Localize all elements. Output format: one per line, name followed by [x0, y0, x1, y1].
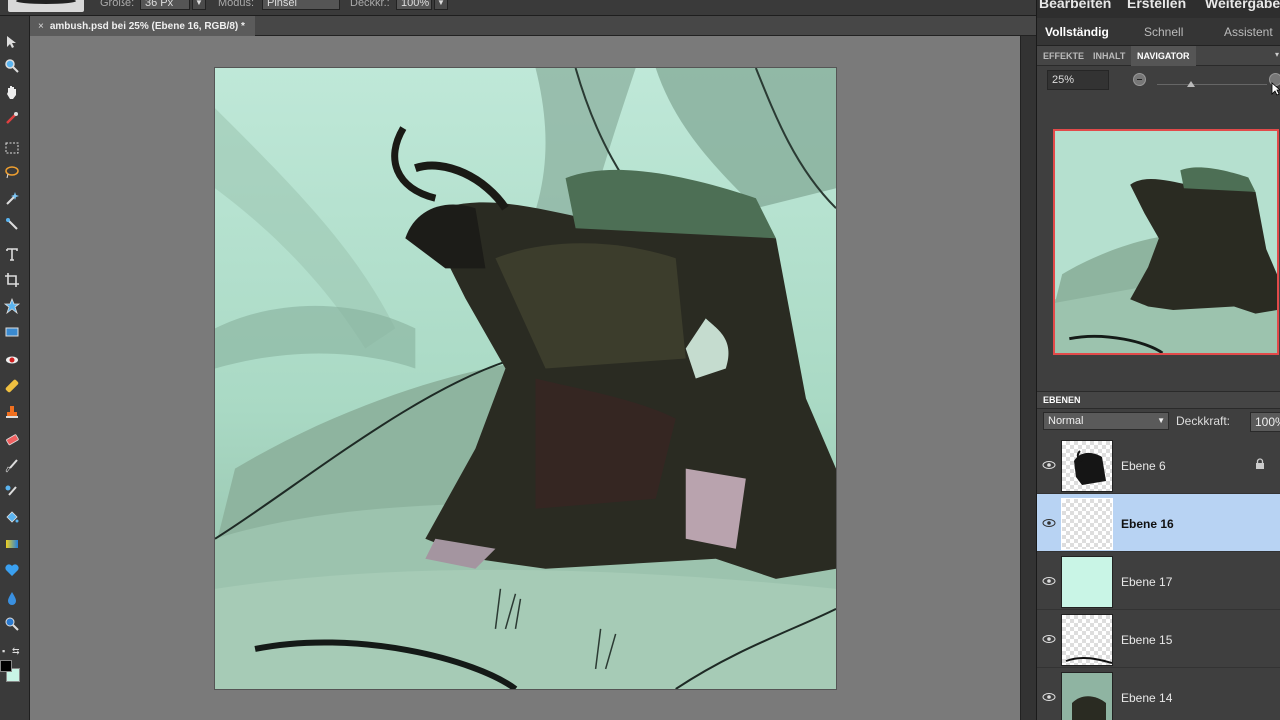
sponge-icon[interactable] — [2, 614, 22, 634]
tab-inhalt[interactable]: INHALT — [1087, 46, 1131, 66]
zoom-slider-thumb[interactable] — [1187, 81, 1195, 87]
close-document-icon[interactable]: × — [38, 21, 44, 32]
layers-list: Ebene 6 Ebene 16 Ebene 17 Ebene 15 Ebene… — [1037, 436, 1280, 720]
vertical-scrollbar[interactable] — [1020, 36, 1036, 720]
layer-name: Ebene 14 — [1121, 691, 1173, 705]
panel-menu-icon[interactable]: ▾ — [1275, 50, 1279, 59]
opacity-label: Deckkr.: — [350, 0, 390, 9]
blend-mode-value: Normal — [1048, 415, 1084, 427]
shape-icon[interactable] — [2, 560, 22, 580]
eye-icon[interactable] — [1042, 458, 1056, 472]
red-eye-icon[interactable] — [2, 350, 22, 370]
zoom-out-icon[interactable] — [1133, 73, 1146, 86]
eraser-icon[interactable] — [2, 430, 22, 450]
layers-panel-header: EBENEN — [1037, 391, 1280, 409]
tab-assistent[interactable]: Assistent — [1224, 25, 1273, 39]
eyedropper-icon[interactable] — [2, 108, 22, 128]
brush-preview[interactable] — [8, 0, 84, 12]
menu-bearbeiten[interactable]: Bearbeiten — [1039, 0, 1111, 11]
layer-thumbnail — [1061, 672, 1113, 720]
blur-icon[interactable] — [2, 588, 22, 608]
blend-mode-select[interactable]: Normal ▼ — [1043, 412, 1169, 430]
gradient-icon[interactable] — [2, 534, 22, 554]
opacity-field[interactable]: 100% — [396, 0, 432, 10]
layer-name: Ebene 6 — [1121, 459, 1166, 473]
smart-brush-icon[interactable] — [2, 482, 22, 502]
brush-icon[interactable] — [2, 456, 22, 476]
opacity-dropdown-icon[interactable]: ▼ — [434, 0, 448, 10]
document-title: ambush.psd bei 25% (Ebene 16, RGB/8) * — [49, 20, 245, 32]
document-tab[interactable]: × ambush.psd bei 25% (Ebene 16, RGB/8) * — [30, 16, 255, 36]
artwork-canvas[interactable] — [215, 68, 836, 689]
eye-icon[interactable] — [1042, 574, 1056, 588]
layer-row-ebene-15[interactable]: Ebene 15 — [1037, 610, 1280, 668]
tab-effekte[interactable]: EFFEKTE — [1037, 46, 1090, 66]
layer-row-ebene-17[interactable]: Ebene 17 — [1037, 552, 1280, 610]
foreground-color-swatch[interactable] — [0, 660, 12, 672]
eye-icon[interactable] — [1042, 632, 1056, 646]
right-panel: Bearbeiten Erstellen Weitergabe Vollstän… — [1036, 0, 1280, 720]
panel-tabs: EFFEKTE INHALT NAVIGATOR ▾ — [1037, 46, 1280, 66]
layer-opacity-field[interactable]: 100% — [1250, 412, 1280, 432]
layer-thumbnail — [1061, 556, 1113, 608]
layer-thumbnail — [1061, 614, 1113, 666]
menu-erstellen[interactable]: Erstellen — [1127, 0, 1186, 11]
tool-options-bar: Größe: 36 Px ▼ Modus: Pinsel Deckkr.: 10… — [0, 0, 1036, 16]
size-field[interactable]: 36 Px — [140, 0, 190, 10]
lock-icon — [1256, 458, 1264, 469]
mouse-cursor-icon — [1271, 82, 1280, 96]
document-tab-bar: × ambush.psd bei 25% (Ebene 16, RGB/8) * — [30, 16, 1036, 36]
magic-wand-icon[interactable] — [2, 188, 22, 208]
layer-thumbnail — [1061, 498, 1113, 550]
canvas-area[interactable] — [30, 36, 1020, 720]
lasso-icon[interactable] — [2, 162, 22, 182]
photoshop-elements-window: Größe: 36 Px ▼ Modus: Pinsel Deckkr.: 10… — [0, 0, 1280, 720]
layer-name: Ebene 17 — [1121, 575, 1173, 589]
selection-brush-icon[interactable] — [2, 214, 22, 234]
move-icon[interactable] — [2, 32, 22, 52]
mode-select[interactable]: Pinsel — [262, 0, 340, 10]
size-label: Größe: — [100, 0, 135, 9]
layers-panel-title: EBENEN — [1043, 395, 1081, 405]
layer-thumbnail — [1061, 440, 1113, 492]
marquee-icon[interactable] — [2, 138, 22, 158]
top-menu-bar: Bearbeiten Erstellen Weitergabe — [1037, 0, 1280, 18]
paint-bucket-icon[interactable] — [2, 508, 22, 528]
layer-name: Ebene 15 — [1121, 633, 1173, 647]
spot-healing-icon[interactable] — [2, 376, 22, 396]
clone-stamp-icon[interactable] — [2, 402, 22, 422]
eye-icon[interactable] — [1042, 690, 1056, 704]
tab-schnell[interactable]: Schnell — [1144, 25, 1183, 39]
type-icon[interactable] — [2, 244, 22, 264]
navigator-zoom-field[interactable]: 25% — [1047, 70, 1109, 90]
zoom-icon[interactable] — [2, 56, 22, 76]
tab-navigator[interactable]: NAVIGATOR — [1131, 46, 1196, 66]
workspace-tabs: Vollständig Schnell Assistent — [1037, 18, 1280, 46]
recompose-icon[interactable] — [2, 322, 22, 342]
reset-colors-icon[interactable]: ▪ — [2, 646, 5, 656]
swap-colors-icon[interactable]: ⇆ — [12, 646, 20, 657]
layer-name: Ebene 16 — [1121, 517, 1174, 531]
layer-row-ebene-14[interactable]: Ebene 14 — [1037, 668, 1280, 720]
layer-row-ebene-16[interactable]: Ebene 16 — [1037, 494, 1280, 552]
toolbox: ▪ ⇆ — [0, 16, 30, 720]
mode-label: Modus: — [218, 0, 255, 9]
layer-row-ebene-6[interactable]: Ebene 6 — [1037, 436, 1280, 494]
eye-icon[interactable] — [1042, 516, 1056, 530]
size-dropdown-icon[interactable]: ▼ — [192, 0, 206, 10]
custom-shape-icon[interactable] — [2, 296, 22, 316]
menu-weitergabe[interactable]: Weitergabe — [1205, 0, 1280, 11]
hand-icon[interactable] — [2, 82, 22, 102]
tab-vollstandig[interactable]: Vollständig — [1045, 25, 1109, 39]
chevron-down-icon: ▼ — [1157, 416, 1165, 425]
crop-icon[interactable] — [2, 270, 22, 290]
zoom-slider-track[interactable] — [1157, 84, 1267, 85]
layer-opacity-label: Deckkraft: — [1176, 414, 1231, 428]
navigator-preview[interactable] — [1053, 129, 1279, 355]
